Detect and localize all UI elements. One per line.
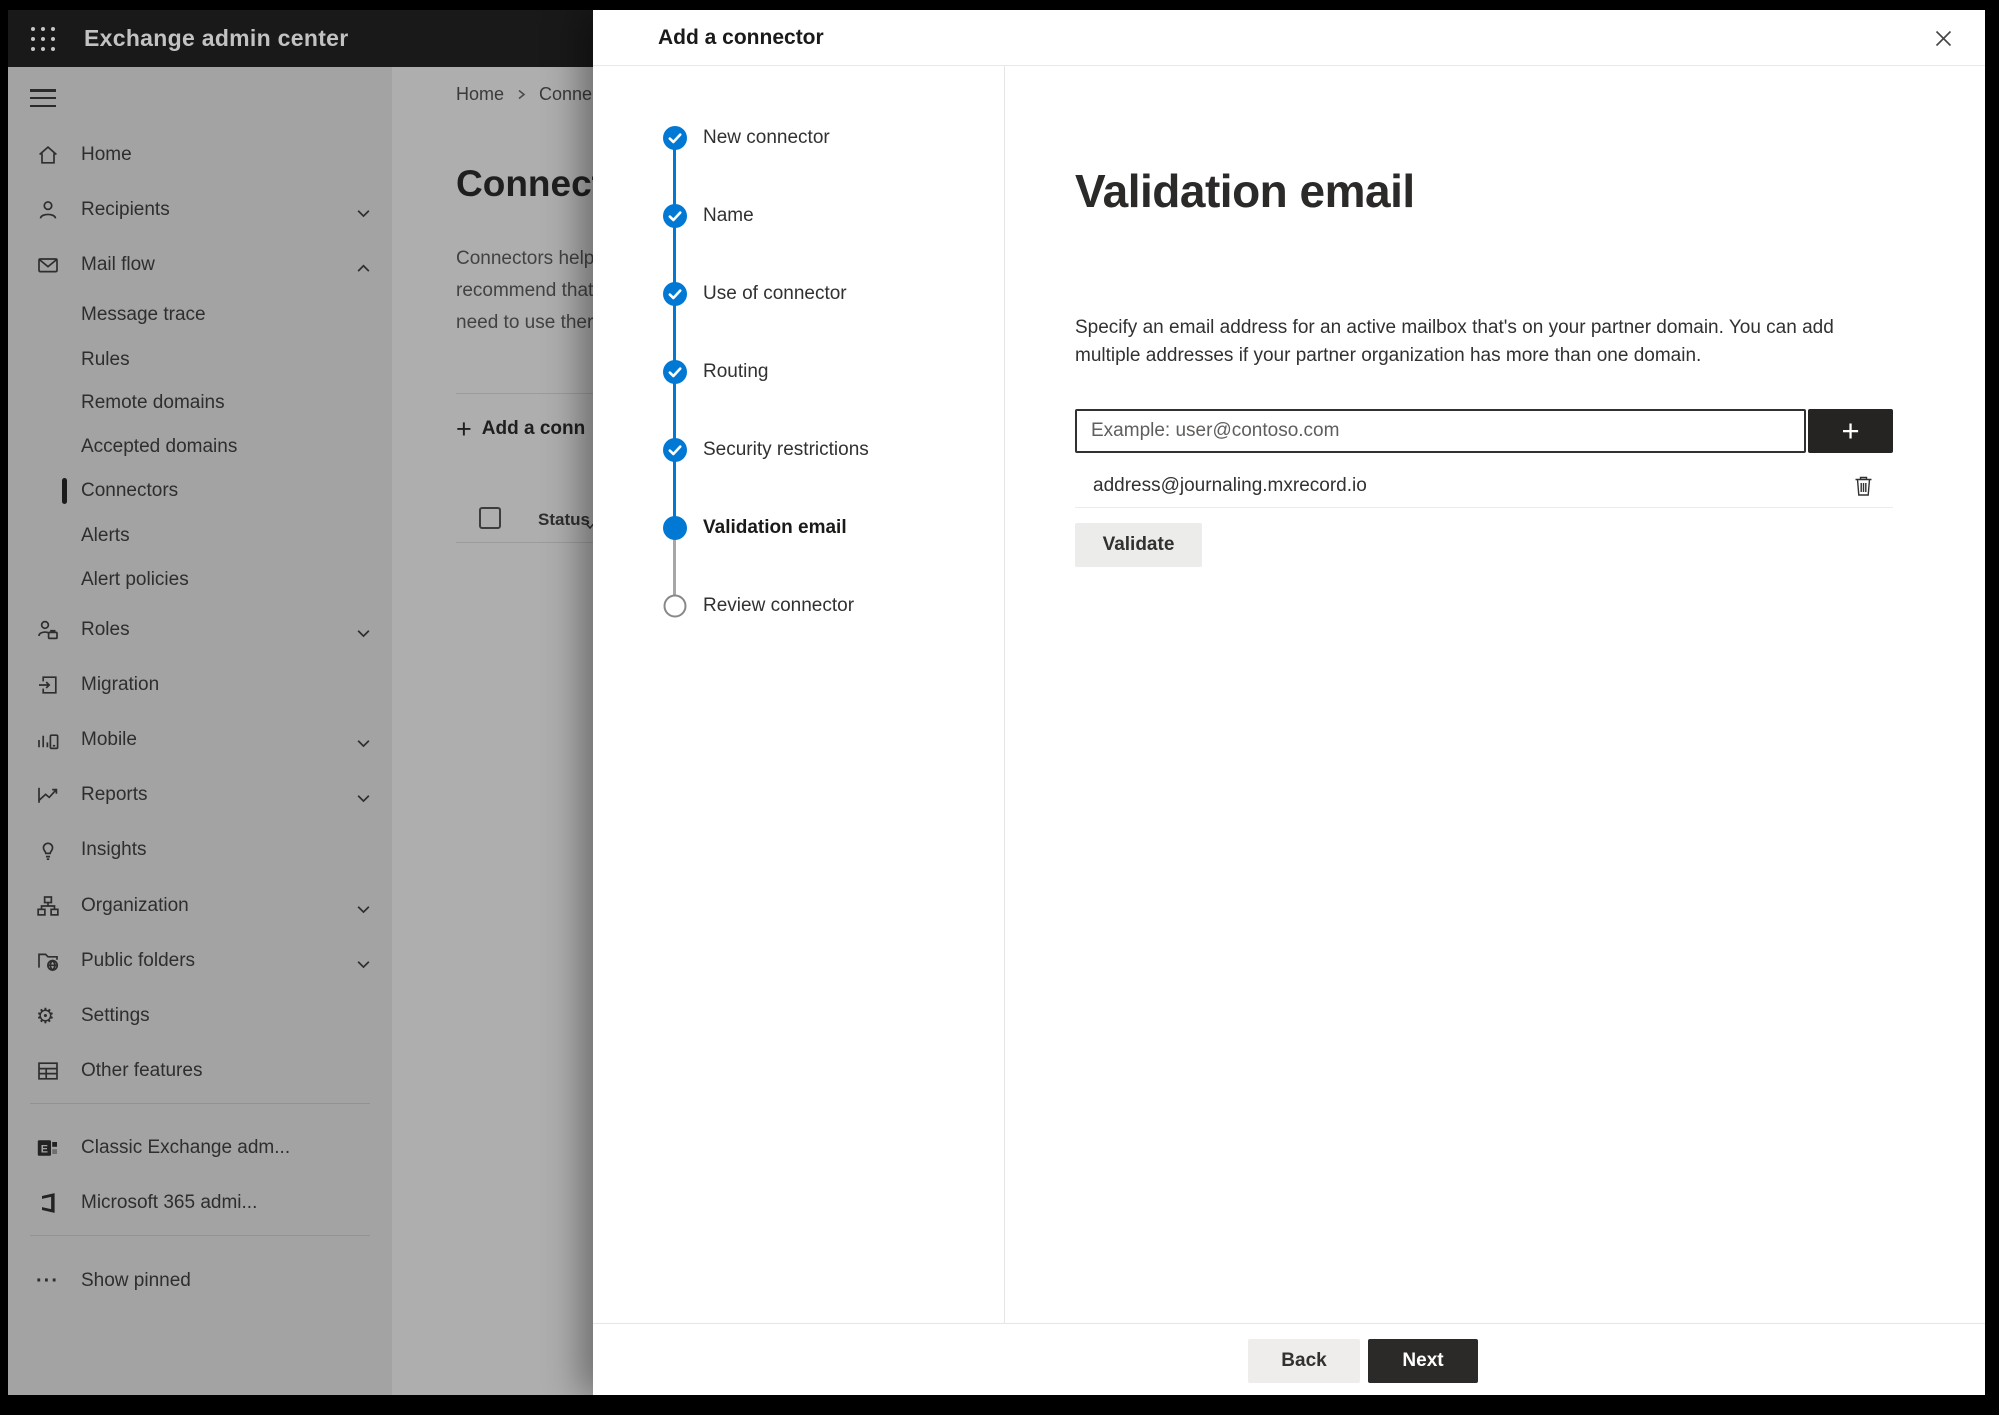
step-check-icon xyxy=(663,282,687,306)
divider xyxy=(30,1235,370,1236)
breadcrumb-connectors: Conne xyxy=(539,84,593,104)
wizard-page-content: Validation email Specify an email addres… xyxy=(1005,66,1985,1323)
plus-icon: + xyxy=(1841,413,1860,448)
sidebar-item-microsoft-365-admin[interactable]: Microsoft 365 admi... xyxy=(8,1181,392,1225)
line-chart-icon xyxy=(36,783,60,807)
step-check-icon xyxy=(663,126,687,150)
envelope-icon xyxy=(36,253,60,277)
app-launcher-icon[interactable] xyxy=(28,24,58,54)
step-check-icon xyxy=(663,438,687,462)
status-column-header[interactable]: Status xyxy=(538,510,590,530)
mobile-stats-icon xyxy=(36,728,60,752)
sidebar-item-settings[interactable]: ⚙ Settings xyxy=(8,994,392,1038)
sidebar-item-connectors[interactable]: Connectors xyxy=(8,469,392,513)
folder-globe-icon xyxy=(36,949,60,973)
email-input-row: + xyxy=(1075,409,1893,453)
home-icon xyxy=(36,143,60,167)
add-email-button[interactable]: + xyxy=(1808,409,1893,453)
sidebar-item-roles[interactable]: Roles xyxy=(8,608,392,652)
sidebar-item-alerts[interactable]: Alerts xyxy=(8,514,392,558)
sidebar-item-remote-domains[interactable]: Remote domains xyxy=(8,381,392,425)
select-all-checkbox[interactable] xyxy=(479,507,501,529)
sidebar-item-other-features[interactable]: Other features xyxy=(8,1049,392,1093)
org-chart-icon xyxy=(36,894,60,918)
step-connector-line xyxy=(673,138,676,528)
email-address: address@journaling.mxrecord.io xyxy=(1093,474,1367,496)
chevron-down-icon xyxy=(356,900,371,914)
step-security-restrictions: Security restrictions xyxy=(663,438,869,462)
add-connector-dialog: Add a connector New connector Name Use o… xyxy=(593,10,1985,1395)
dialog-header: Add a connector xyxy=(593,10,1985,66)
svg-text:E: E xyxy=(41,1143,48,1155)
add-connector-button[interactable]: + Add a conn xyxy=(456,411,585,447)
breadcrumb-separator-icon xyxy=(516,84,527,105)
email-entry-row: address@journaling.mxrecord.io xyxy=(1075,464,1893,508)
divider xyxy=(30,1103,370,1104)
ellipsis-icon: ··· xyxy=(36,1270,59,1292)
microsoft-365-icon xyxy=(36,1191,60,1215)
sidebar-nav: Home Recipients Mail flow Message trace … xyxy=(8,67,392,1395)
chevron-up-icon xyxy=(356,259,371,272)
sidebar-item-insights[interactable]: Insights xyxy=(8,828,392,872)
roles-icon xyxy=(36,618,60,642)
close-button[interactable] xyxy=(1925,20,1961,56)
step-routing: Routing xyxy=(663,360,769,384)
selected-indicator xyxy=(62,478,67,504)
gear-icon: ⚙ xyxy=(36,1004,55,1028)
step-check-icon xyxy=(663,360,687,384)
chevron-down-icon xyxy=(356,204,371,218)
sidebar-item-message-trace[interactable]: Message trace xyxy=(8,293,392,337)
sidebar-item-classic-exchange-admin[interactable]: E Classic Exchange adm... xyxy=(8,1126,392,1170)
step-validation-email: Validation email xyxy=(663,516,847,540)
sidebar-item-show-pinned[interactable]: ··· Show pinned xyxy=(8,1259,392,1303)
page-title: Connect xyxy=(456,163,604,204)
app-title: Exchange admin center xyxy=(84,25,349,51)
sidebar-item-organization[interactable]: Organization xyxy=(8,884,392,928)
delete-email-button[interactable] xyxy=(1849,472,1877,500)
sidebar-item-home[interactable]: Home xyxy=(8,133,392,177)
sidebar-item-mobile[interactable]: Mobile xyxy=(8,718,392,762)
chevron-down-icon xyxy=(356,789,371,803)
breadcrumb: Home Conne xyxy=(456,84,592,105)
person-icon xyxy=(36,198,60,222)
migration-icon xyxy=(36,673,60,697)
chevron-down-icon xyxy=(356,624,371,638)
next-button[interactable]: Next xyxy=(1368,1339,1478,1383)
step-check-icon xyxy=(663,204,687,228)
page-instructions: Specify an email address for an active m… xyxy=(1075,317,1834,366)
plus-icon: + xyxy=(456,413,472,444)
step-todo-icon xyxy=(663,594,687,618)
table-icon xyxy=(36,1059,60,1083)
screen: Exchange admin center Home Recipients Ma… xyxy=(8,10,1985,1395)
dialog-title: Add a connector xyxy=(658,26,824,49)
sidebar-item-accepted-domains[interactable]: Accepted domains xyxy=(8,425,392,469)
sidebar-item-reports[interactable]: Reports xyxy=(8,773,392,817)
sidebar-item-migration[interactable]: Migration xyxy=(8,663,392,707)
page-description: Connectors help recommend that need to u… xyxy=(456,248,595,333)
step-new-connector: New connector xyxy=(663,126,830,150)
step-current-icon xyxy=(663,516,687,540)
wizard-steps: New connector Name Use of connector Rout… xyxy=(593,66,1005,1323)
breadcrumb-home-link[interactable]: Home xyxy=(456,84,504,105)
chevron-down-icon xyxy=(356,955,371,969)
trash-icon xyxy=(1855,476,1871,496)
chevron-down-icon xyxy=(356,734,371,748)
sidebar-item-public-folders[interactable]: Public folders xyxy=(8,939,392,983)
step-use-of-connector: Use of connector xyxy=(663,282,847,306)
sidebar-item-mail-flow[interactable]: Mail flow xyxy=(8,243,392,287)
validation-email-input[interactable] xyxy=(1075,409,1806,453)
step-name: Name xyxy=(663,204,754,228)
step-review-connector: Review connector xyxy=(663,594,854,618)
classic-exchange-icon: E xyxy=(36,1136,60,1160)
back-button[interactable]: Back xyxy=(1248,1339,1360,1383)
lightbulb-icon xyxy=(36,838,60,862)
hamburger-menu-icon[interactable] xyxy=(30,89,56,109)
sidebar-item-alert-policies[interactable]: Alert policies xyxy=(8,558,392,602)
dialog-footer: Back Next xyxy=(593,1323,1985,1395)
page-heading: Validation email xyxy=(1075,165,1415,217)
close-icon xyxy=(1935,30,1951,46)
sidebar-item-rules[interactable]: Rules xyxy=(8,338,392,382)
validate-button[interactable]: Validate xyxy=(1075,523,1202,567)
sidebar-item-recipients[interactable]: Recipients xyxy=(8,188,392,232)
